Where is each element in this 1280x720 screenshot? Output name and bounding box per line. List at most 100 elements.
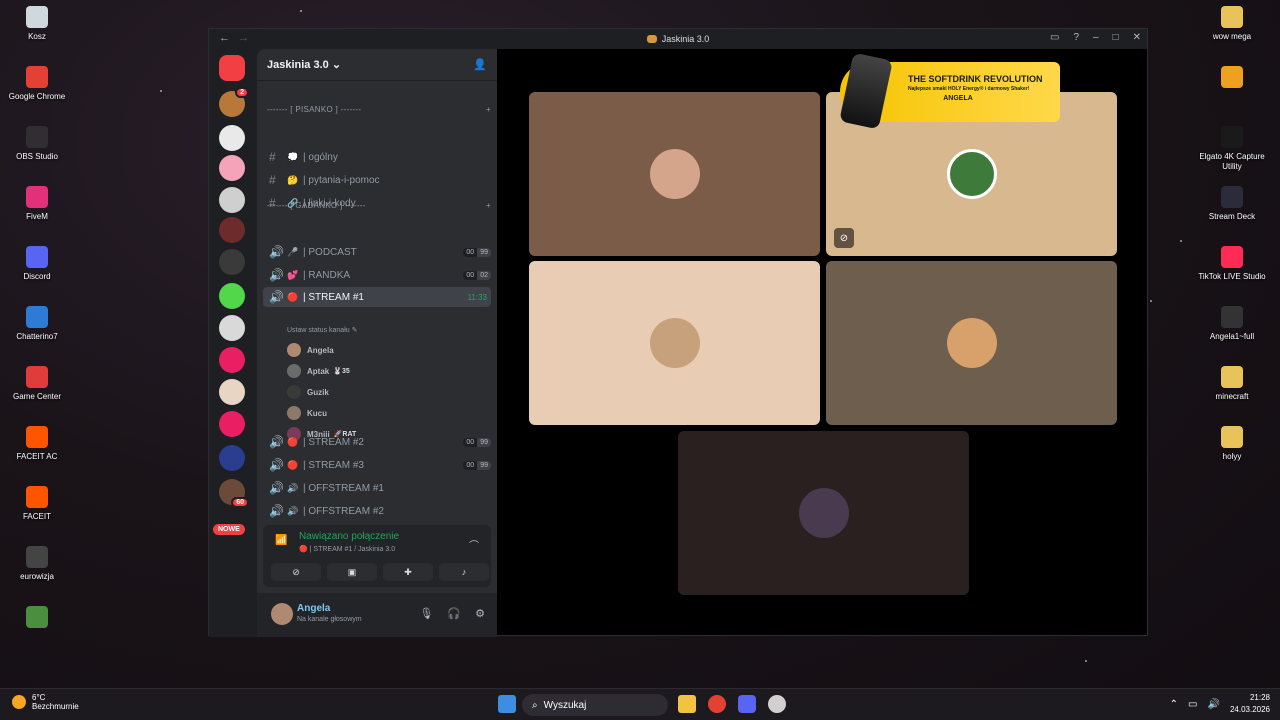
channel-item[interactable]: 🔊 🎤 | PODCAST 00 99: [263, 242, 491, 262]
server-icon-2[interactable]: [219, 125, 245, 151]
titlebar: ← → Jaskinia 3.0 ▭ ? – □ ✕: [209, 29, 1147, 49]
server-jaskinia[interactable]: 2: [219, 87, 249, 117]
desktop-icon[interactable]: eurowizja: [0, 546, 74, 582]
server-icon-8[interactable]: [219, 315, 245, 341]
desktop-icon[interactable]: Kosz: [0, 6, 74, 42]
window-title: Jaskinia 3.0: [661, 34, 710, 44]
server-icon-12[interactable]: [219, 445, 245, 471]
add-channel-icon[interactable]: +: [486, 201, 491, 210]
desktop-icon[interactable]: Elgato 4K Capture Utility: [1195, 126, 1269, 172]
app-icon[interactable]: [768, 695, 786, 713]
voice-member[interactable]: Aptak 🐰35: [287, 362, 350, 380]
help-icon[interactable]: ?: [1073, 32, 1079, 43]
desktop-icon-label: holyy: [1222, 452, 1242, 461]
desktop-icon[interactable]: TikTok LIVE Studio: [1195, 246, 1269, 282]
mic-icon[interactable]: 🎙: [419, 607, 433, 620]
headphones-icon[interactable]: 🎧: [447, 607, 461, 620]
add-member-icon[interactable]: 👤: [473, 58, 487, 71]
server-icon-4[interactable]: [219, 187, 245, 213]
weather-icon: [12, 695, 26, 709]
inbox-icon[interactable]: ▭: [1050, 32, 1059, 43]
file-explorer-icon[interactable]: [678, 695, 696, 713]
avatar[interactable]: [271, 603, 293, 625]
back-icon[interactable]: ←: [219, 32, 230, 44]
voice-channel-path[interactable]: 🔴 | STREAM #1 / Jaskinia 3.0: [299, 545, 395, 553]
channel-item[interactable]: # 💭 | ogólny: [263, 147, 491, 167]
network-icon[interactable]: ▭: [1188, 699, 1197, 710]
desktop-icon[interactable]: FACEIT: [0, 486, 74, 522]
desktop-icon[interactable]: OBS Studio: [0, 126, 74, 162]
channel-item[interactable]: 🔊 🔊 | OFFSTREAM #1: [263, 478, 491, 498]
voice-status[interactable]: Nawiązano połączenie: [299, 531, 399, 542]
desktop-icon[interactable]: wow mega: [1195, 6, 1269, 42]
participant-tile[interactable]: [826, 261, 1117, 425]
channel-item[interactable]: 🔊 🔊 | OFFSTREAM #2: [263, 501, 491, 521]
system-tray: ⌃ ▭ 🔊 21:28 24.03.2026: [1170, 692, 1270, 716]
minimize-button[interactable]: –: [1093, 32, 1099, 43]
desktop-icon[interactable]: FACEIT AC: [0, 426, 74, 462]
desktop-icon[interactable]: FiveM: [0, 186, 74, 222]
gear-icon[interactable]: ⚙: [475, 607, 485, 620]
channel-item[interactable]: # 🤔 | pytania-i-pomoc: [263, 170, 491, 190]
desktop-icon[interactable]: [1195, 66, 1269, 92]
soundboard-button[interactable]: ♪: [439, 563, 489, 581]
add-channel-icon[interactable]: +: [486, 105, 491, 114]
camera-off-button[interactable]: ⊘: [271, 563, 321, 581]
voice-member[interactable]: Kucu: [287, 404, 327, 422]
desktop-icon[interactable]: Discord: [0, 246, 74, 282]
volume-icon[interactable]: 🔊: [1208, 699, 1220, 710]
screen-share-button[interactable]: ▣: [327, 563, 377, 581]
close-button[interactable]: ✕: [1133, 32, 1141, 43]
voice-connection-panel: 📶 Nawiązano połączenie 🔴 | STREAM #1 / J…: [263, 525, 491, 587]
channel-label: | ogólny: [303, 151, 338, 163]
activities-button[interactable]: ✚: [383, 563, 433, 581]
disconnect-icon[interactable]: ⌒: [469, 537, 479, 552]
server-icon-13[interactable]: 60: [219, 479, 249, 508]
participant-tile[interactable]: [529, 261, 820, 425]
desktop-icon[interactable]: Stream Deck: [1195, 186, 1269, 222]
voice-member[interactable]: Angela: [287, 341, 334, 359]
server-icon-5[interactable]: [219, 217, 245, 243]
channel-status[interactable]: Ustaw status kanału ✎: [287, 326, 357, 334]
new-badge[interactable]: NOWE: [213, 524, 245, 535]
desktop-icon[interactable]: [0, 606, 74, 632]
server-icon-6[interactable]: [219, 249, 245, 275]
desktop-icon[interactable]: Chatterino7: [0, 306, 74, 342]
maximize-button[interactable]: □: [1113, 32, 1119, 43]
participant-tile[interactable]: [678, 431, 969, 595]
member-name: Aptak: [307, 366, 330, 376]
desktop-icon[interactable]: Google Chrome: [0, 66, 74, 102]
user-name[interactable]: Angela: [297, 603, 330, 614]
search-box[interactable]: ⌕ Wyszukaj: [522, 694, 668, 716]
category-pisanko[interactable]: ------- [ PISANKO ] ------- +: [267, 105, 491, 114]
server-icon-7[interactable]: [219, 283, 245, 309]
voice-member[interactable]: Guzik: [287, 383, 329, 401]
forward-icon[interactable]: →: [238, 32, 249, 44]
clock[interactable]: 21:28 24.03.2026: [1230, 692, 1270, 716]
server-icon-11[interactable]: [219, 411, 245, 437]
chevron-up-icon[interactable]: ⌃: [1170, 699, 1178, 710]
discord-home-icon[interactable]: [219, 55, 245, 81]
desktop-icon[interactable]: holyy: [1195, 426, 1269, 462]
discord-icon[interactable]: [738, 695, 756, 713]
weather-widget[interactable]: 6°C Bezchmurnie: [12, 693, 79, 711]
channel-item[interactable]: 🔊 🔴 | STREAM #3 00 99: [263, 455, 491, 475]
channel-item[interactable]: 🔊 🔴 | STREAM #2 00 99: [263, 432, 491, 452]
desktop-icon[interactable]: minecraft: [1195, 366, 1269, 402]
desktop-icon[interactable]: Game Center: [0, 366, 74, 402]
member-name: Angela: [307, 345, 334, 355]
start-button[interactable]: [498, 695, 516, 713]
app-icon: [1221, 186, 1243, 208]
channel-item[interactable]: 🔊 💕 | RANDKA 00 02: [263, 265, 491, 285]
server-icon-9[interactable]: [219, 347, 245, 373]
category-gadanko[interactable]: ------- [ GADANKO ] ------- +: [267, 201, 491, 210]
guild-header[interactable]: Jaskinia 3.0 ⌄ 👤: [257, 49, 497, 81]
channel-stream-1[interactable]: 🔊 🔴 | STREAM #1 11:33: [263, 287, 491, 307]
desktop-icon[interactable]: Angela1~full: [1195, 306, 1269, 342]
server-icon-10[interactable]: [219, 379, 245, 405]
speaker-icon: 🔊: [269, 458, 284, 472]
signal-icon[interactable]: 📶: [275, 535, 287, 546]
server-icon-3[interactable]: [219, 155, 245, 181]
participant-tile[interactable]: [529, 92, 820, 256]
chrome-icon[interactable]: [708, 695, 726, 713]
